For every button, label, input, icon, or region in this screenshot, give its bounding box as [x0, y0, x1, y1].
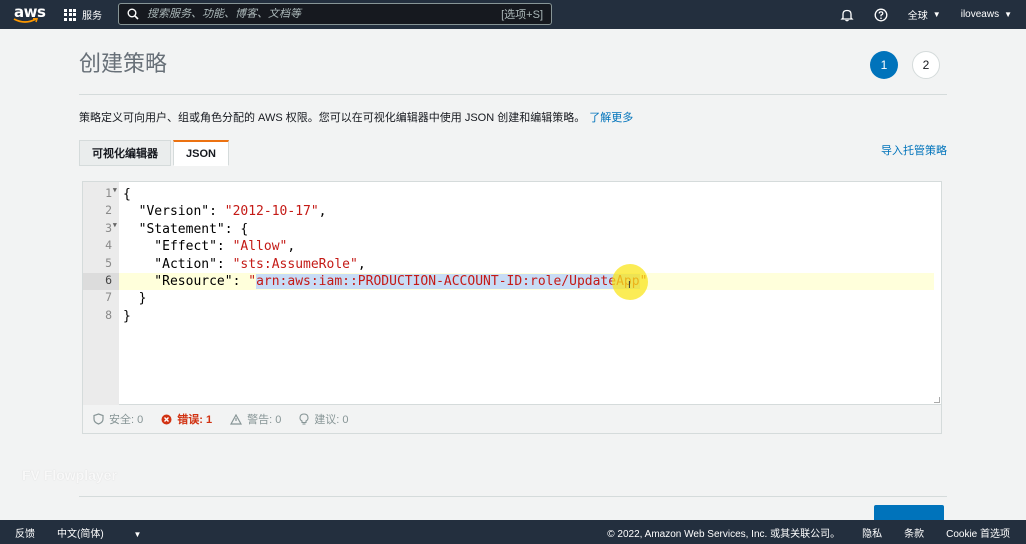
code-line: {	[123, 187, 131, 202]
copyright-text: © 2022, Amazon Web Services, Inc. 或其关联公司…	[607, 528, 841, 540]
json-code-editor[interactable]: 1 ▼ 2 3 ▼ 4 5 6 7 8 { "Version": "2012-10-…	[82, 181, 942, 405]
terms-link[interactable]: 条款	[904, 525, 924, 540]
bell-icon	[840, 9, 854, 21]
video-watermark: FV Flowplayer	[22, 467, 117, 483]
line-number-gutter: 1 ▼ 2 3 ▼ 4 5 6 7 8	[83, 182, 119, 405]
services-menu-button[interactable]: 服务	[64, 0, 102, 29]
header-divider	[79, 94, 947, 95]
account-menu[interactable]: iloveaws ▼	[951, 0, 1026, 29]
line-number-current: 6	[83, 273, 119, 291]
console-footer: 反馈 中文(简体) ▼ © 2022, Amazon Web Services,…	[0, 520, 1026, 544]
region-label: 全球	[907, 11, 928, 22]
caret-down-icon: ▼	[932, 10, 941, 19]
region-selector[interactable]: 全球 ▼	[898, 0, 951, 29]
language-selector[interactable]: 中文(简体) ▼	[57, 525, 163, 540]
step-2-indicator: 2	[912, 51, 940, 79]
warning-count[interactable]: 警告: 0	[230, 411, 281, 427]
code-line: }	[123, 291, 147, 307]
warning-icon	[230, 413, 243, 425]
account-label: iloveaws	[960, 9, 1000, 20]
shield-icon	[93, 413, 104, 425]
notifications-button[interactable]	[830, 0, 864, 29]
footer-divider	[79, 496, 947, 497]
fold-arrow-icon[interactable]: ▼	[113, 186, 117, 194]
suggestion-count[interactable]: 建议: 0	[299, 411, 349, 427]
code-line: "Version": "2012-10-17",	[123, 204, 327, 220]
code-line: "Statement": {	[123, 221, 249, 237]
services-label: 服务	[82, 11, 102, 22]
grid-icon	[64, 8, 76, 21]
line-number: 5	[105, 255, 112, 270]
search-icon	[127, 8, 139, 20]
page-title: 创建策略	[79, 51, 168, 76]
lightbulb-icon	[299, 413, 309, 425]
security-count[interactable]: 安全: 0	[93, 411, 143, 427]
search-input[interactable]	[147, 8, 502, 20]
search-bar[interactable]: [选项+S]	[118, 3, 552, 25]
resize-handle-icon[interactable]	[934, 397, 940, 403]
text-cursor-icon: I	[628, 280, 631, 291]
description-text: 策略定义可向用户、组或角色分配的 AWS 权限。您可以在可视化编辑器中使用 JS…	[79, 112, 586, 124]
tab-visual-editor[interactable]: 可视化编辑器	[79, 140, 171, 166]
help-button[interactable]	[864, 0, 898, 29]
error-count[interactable]: 错误: 1	[161, 411, 212, 427]
smile-arrow-icon	[13, 18, 38, 23]
import-managed-policy-link[interactable]: 导入托管策略	[881, 142, 947, 158]
cookie-preferences-link[interactable]: Cookie 首选项	[946, 525, 1010, 540]
code-line: }	[123, 308, 131, 324]
learn-more-link[interactable]: 了解更多	[589, 112, 633, 124]
line-number: 1 ▼	[105, 186, 117, 200]
line-number: 4	[105, 238, 112, 253]
feedback-link[interactable]: 反馈	[15, 525, 35, 540]
next-button[interactable]	[874, 505, 944, 521]
selected-text: arn:aws:iam::PRODUCTION-ACCOUNT-ID:role/…	[256, 274, 640, 289]
search-shortcut-hint: [选项+S]	[501, 9, 543, 21]
validation-status-bar: 安全: 0 错误: 1 警告: 0 建议: 0	[82, 405, 942, 434]
fold-arrow-icon[interactable]: ▼	[113, 221, 117, 229]
help-icon	[874, 8, 888, 21]
code-line: "Effect": "Allow",	[123, 239, 296, 255]
line-number: 3 ▼	[105, 220, 117, 235]
aws-logo[interactable]: aws	[0, 0, 52, 29]
tab-json[interactable]: JSON	[173, 140, 229, 166]
wizard-steps: 1 2	[870, 51, 940, 79]
caret-down-icon: ▼	[1004, 10, 1012, 19]
editor-tabs: 可视化编辑器 JSON	[79, 140, 229, 166]
code-line: "Action": "sts:AssumeRole",	[123, 256, 366, 272]
caret-down-icon: ▼	[133, 529, 142, 539]
privacy-link[interactable]: 隐私	[862, 525, 882, 540]
step-1-indicator: 1	[870, 51, 898, 79]
page-description: 策略定义可向用户、组或角色分配的 AWS 权限。您可以在可视化编辑器中使用 JS…	[79, 109, 633, 125]
line-number: 2	[105, 203, 112, 218]
error-icon	[161, 414, 172, 424]
line-number: 8	[105, 307, 112, 322]
line-number: 7	[105, 290, 112, 305]
code-line-active: "Resource": "arn:aws:iam::PRODUCTION-ACC…	[119, 273, 934, 291]
top-navigation: aws 服务 [选项+S]	[0, 0, 1026, 29]
